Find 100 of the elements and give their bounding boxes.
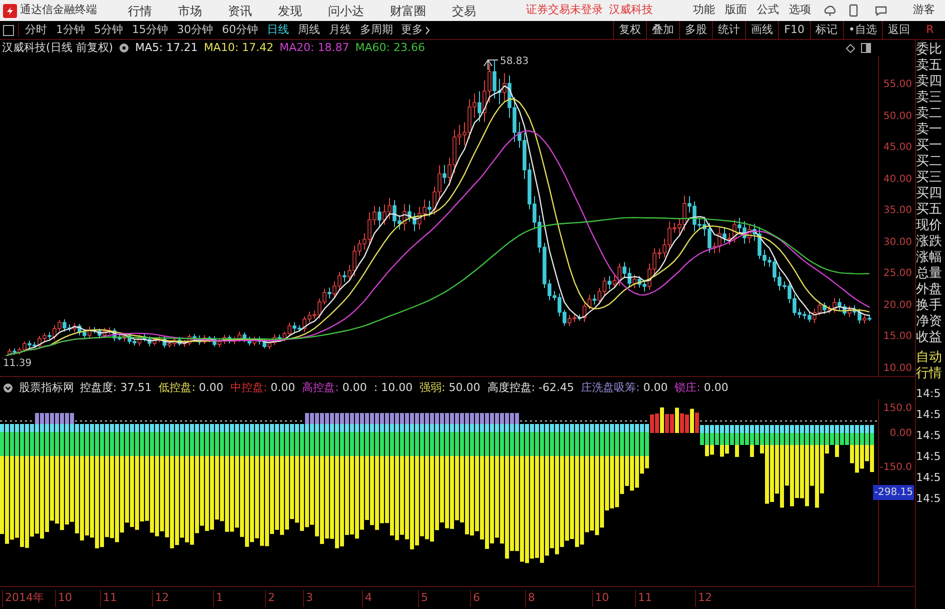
- toolbar-button[interactable]: 复权: [613, 21, 646, 39]
- period-tab[interactable]: 15分钟: [132, 22, 168, 38]
- price-tick-label: 20.00: [883, 298, 912, 312]
- date-tick-label: 10: [55, 590, 72, 606]
- quote-field-label: 总量: [916, 266, 943, 282]
- moving-average-label: MA20: 18.87: [280, 40, 350, 56]
- period-tab[interactable]: 月线: [329, 22, 351, 38]
- date-tick-label: 3: [303, 590, 313, 606]
- date-tick-label: 11: [635, 590, 652, 606]
- menu-item[interactable]: 公式: [757, 2, 779, 19]
- period-tab[interactable]: 多周期: [360, 22, 393, 38]
- period-tab[interactable]: 60分钟: [222, 22, 258, 38]
- user-label[interactable]: 游客: [913, 2, 935, 19]
- price-tick-label: 55.00: [883, 78, 912, 92]
- toolbar-button[interactable]: 返回: [882, 21, 915, 39]
- period-tab[interactable]: 5分钟: [94, 22, 123, 38]
- price-tick-label: 30.00: [883, 236, 912, 250]
- period-tab[interactable]: 30分钟: [177, 22, 213, 38]
- panel-tab[interactable]: 自动: [916, 350, 945, 366]
- trade-time: 14:5: [916, 386, 942, 402]
- indicator-tick-label: -150.0: [880, 461, 912, 475]
- menu-item[interactable]: 行情: [128, 2, 152, 20]
- moving-average-label: MA60: 23.66: [355, 40, 425, 56]
- indicator-name: 股票指标网: [19, 380, 74, 396]
- price-tick-label: 10.00: [883, 362, 912, 376]
- quote-field-label: 买二: [916, 154, 943, 170]
- menu-item[interactable]: 发现: [278, 2, 302, 20]
- quote-field-label: 卖三: [916, 90, 943, 106]
- period-tab[interactable]: 1分钟: [56, 22, 85, 38]
- quote-field-label: 买五: [916, 202, 943, 218]
- indicator-tick-label: 150.0: [883, 402, 912, 416]
- menu-item[interactable]: 功能: [693, 2, 715, 19]
- indicator-value: 庄洗盘吸筹: 0.00: [581, 380, 668, 396]
- indicator-value: 中控盘: 0.00: [230, 380, 296, 396]
- toolbar-button[interactable]: F10: [778, 21, 810, 39]
- menu-item[interactable]: 资讯: [228, 2, 252, 20]
- quote-field-label: 涨幅: [916, 250, 943, 266]
- indicator-value: : 10.00: [374, 380, 413, 396]
- toolbar-button[interactable]: 叠加: [646, 21, 680, 39]
- stock-name: 汉威科技: [609, 2, 653, 18]
- date-tick-label: 5: [418, 590, 428, 606]
- indicator-value: 高控盘: 0.00: [302, 380, 367, 396]
- indicator-value: 低控盘: 0.00: [158, 380, 224, 396]
- date-tick-label: 4: [362, 590, 372, 606]
- trade-time: 14:5: [916, 428, 942, 444]
- date-tick-label: 12: [152, 590, 169, 606]
- indicator-value: 强弱: 50.00: [420, 380, 480, 396]
- toolbar-button[interactable]: 统计: [712, 21, 746, 39]
- price-tick-label: 15.00: [883, 330, 912, 344]
- trade-time: 14:5: [916, 470, 942, 486]
- toolbar-button[interactable]: •自选: [842, 21, 882, 39]
- date-tick-label: 6: [470, 590, 480, 606]
- period-tab[interactable]: 周线: [298, 22, 320, 38]
- menu-item[interactable]: 交易: [452, 2, 476, 20]
- quote-field-label: 卖二: [916, 106, 943, 122]
- high-price-label: 58.83: [500, 55, 529, 69]
- quote-field-label: 换手: [916, 298, 943, 314]
- quote-field-label: 外盘: [916, 282, 943, 298]
- quote-field-label: 卖四: [916, 74, 943, 90]
- indicator-value: 高度控盘: -62.45: [487, 380, 574, 396]
- date-tick-label: 11: [100, 590, 117, 606]
- trade-time: 14:5: [916, 449, 942, 465]
- menu-item[interactable]: 版面: [725, 2, 747, 19]
- indicator-value: 控盘度: 37.51: [80, 380, 152, 396]
- menu-item[interactable]: 问小达: [328, 2, 364, 20]
- toolbar-button[interactable]: 多股: [679, 21, 712, 39]
- period-tab[interactable]: 分时: [25, 22, 47, 38]
- menu-item[interactable]: 选项: [789, 2, 811, 19]
- price-tick-label: 25.00: [883, 267, 912, 281]
- toolbar-button[interactable]: 标记: [810, 21, 842, 39]
- price-tick-label: 45.00: [883, 141, 912, 155]
- date-tick-label: 8: [525, 590, 535, 606]
- date-tick-label: 12: [695, 590, 712, 606]
- indicator-tick-label: 0.00: [890, 427, 912, 441]
- date-tick-label: 10: [592, 590, 609, 606]
- more-link[interactable]: 更多: [401, 22, 423, 38]
- period-tab[interactable]: 日线: [267, 22, 289, 38]
- login-status: 证券交易未登录: [526, 2, 603, 18]
- quote-field-label: 卖五: [916, 58, 943, 74]
- quote-field-label: 委比: [916, 42, 943, 58]
- menu-item[interactable]: 财富圈: [390, 2, 426, 20]
- corner-mark: R: [925, 22, 935, 38]
- quote-field-label: 买三: [916, 170, 943, 186]
- quote-field-label: 买四: [916, 186, 943, 202]
- quote-field-label: 净资: [916, 314, 943, 330]
- price-tick-label: 50.00: [883, 110, 912, 124]
- quote-field-label: 收益: [916, 330, 943, 346]
- toolbar-button[interactable]: 画线: [745, 21, 778, 39]
- menu-item[interactable]: 市场: [178, 2, 202, 20]
- moving-average-label: MA5: 17.21: [135, 40, 198, 56]
- trade-time: 14:5: [916, 407, 942, 423]
- date-tick-label: 2014年: [2, 590, 44, 606]
- date-tick-label: 1: [213, 590, 223, 606]
- panel-tab[interactable]: 行情: [916, 366, 945, 382]
- quote-field-label: 买一: [916, 138, 943, 154]
- quote-field-label: 现价: [916, 218, 943, 234]
- date-tick-label: 2: [265, 590, 275, 606]
- indicator-value: 锁庄: 0.00: [674, 380, 728, 396]
- moving-average-label: MA10: 17.42: [204, 40, 274, 56]
- price-tick-label: 35.00: [883, 204, 912, 218]
